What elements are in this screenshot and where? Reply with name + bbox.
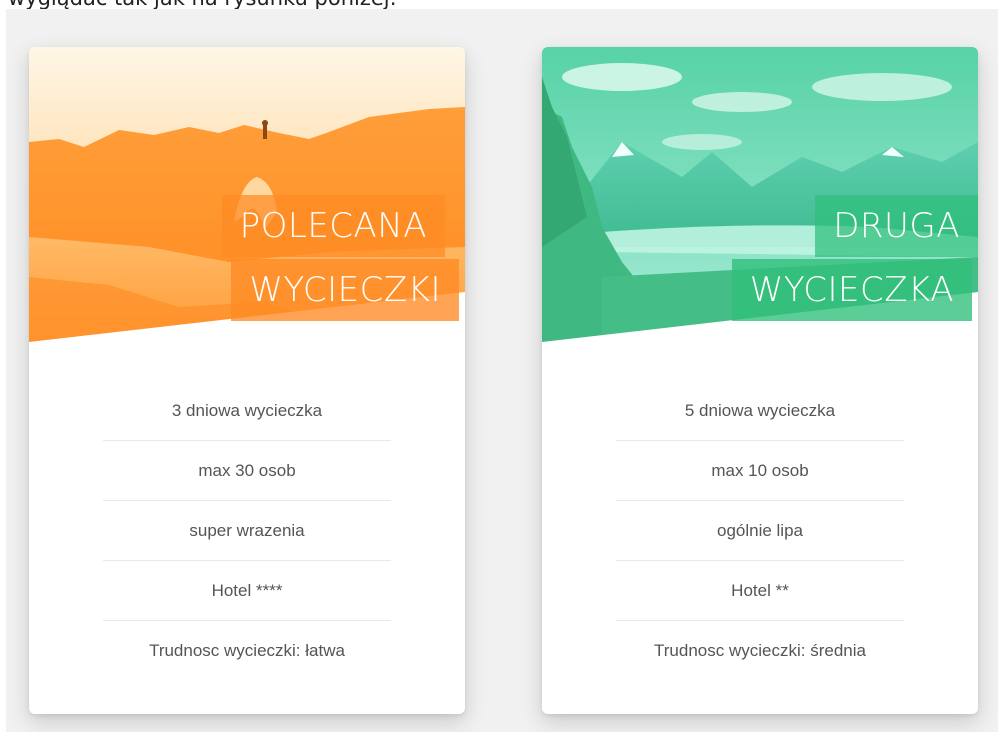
- feature-impressions: super wrazenia: [103, 501, 391, 561]
- tour-card-image: POLECANA WYCIECZKI: [29, 47, 465, 347]
- tour-card-featured: POLECANA WYCIECZKI 3 dniowa wycieczka ma…: [29, 47, 465, 714]
- feature-impressions: ogólnie lipa: [616, 501, 904, 561]
- feature-max-people: max 10 osob: [616, 441, 904, 501]
- title-line-1: POLECANA: [221, 195, 445, 257]
- title-line-1: DRUGA: [815, 195, 978, 257]
- feature-difficulty: Trudnosc wycieczki: łatwa: [149, 641, 345, 660]
- feature-difficulty: Trudnosc wycieczki: średnia: [654, 641, 866, 660]
- feature-duration: 5 dniowa wycieczka: [616, 381, 904, 441]
- tour-card-second: DRUGA WYCIECZKA 5 dniowa wycieczka max 1…: [542, 47, 978, 714]
- title-line-2: WYCIECZKA: [731, 259, 972, 321]
- feature-hotel: Hotel **: [616, 561, 904, 621]
- tour-features-list: 3 dniowa wycieczka max 30 osob super wra…: [103, 381, 391, 680]
- title-line-2: WYCIECZKI: [231, 259, 459, 321]
- tour-card-image: DRUGA WYCIECZKA: [542, 47, 978, 347]
- feature-duration: 3 dniowa wycieczka: [103, 381, 391, 441]
- tour-features-list: 5 dniowa wycieczka max 10 osob ogólnie l…: [616, 381, 904, 680]
- feature-hotel: Hotel ****: [103, 561, 391, 621]
- feature-max-people: max 30 osob: [103, 441, 391, 501]
